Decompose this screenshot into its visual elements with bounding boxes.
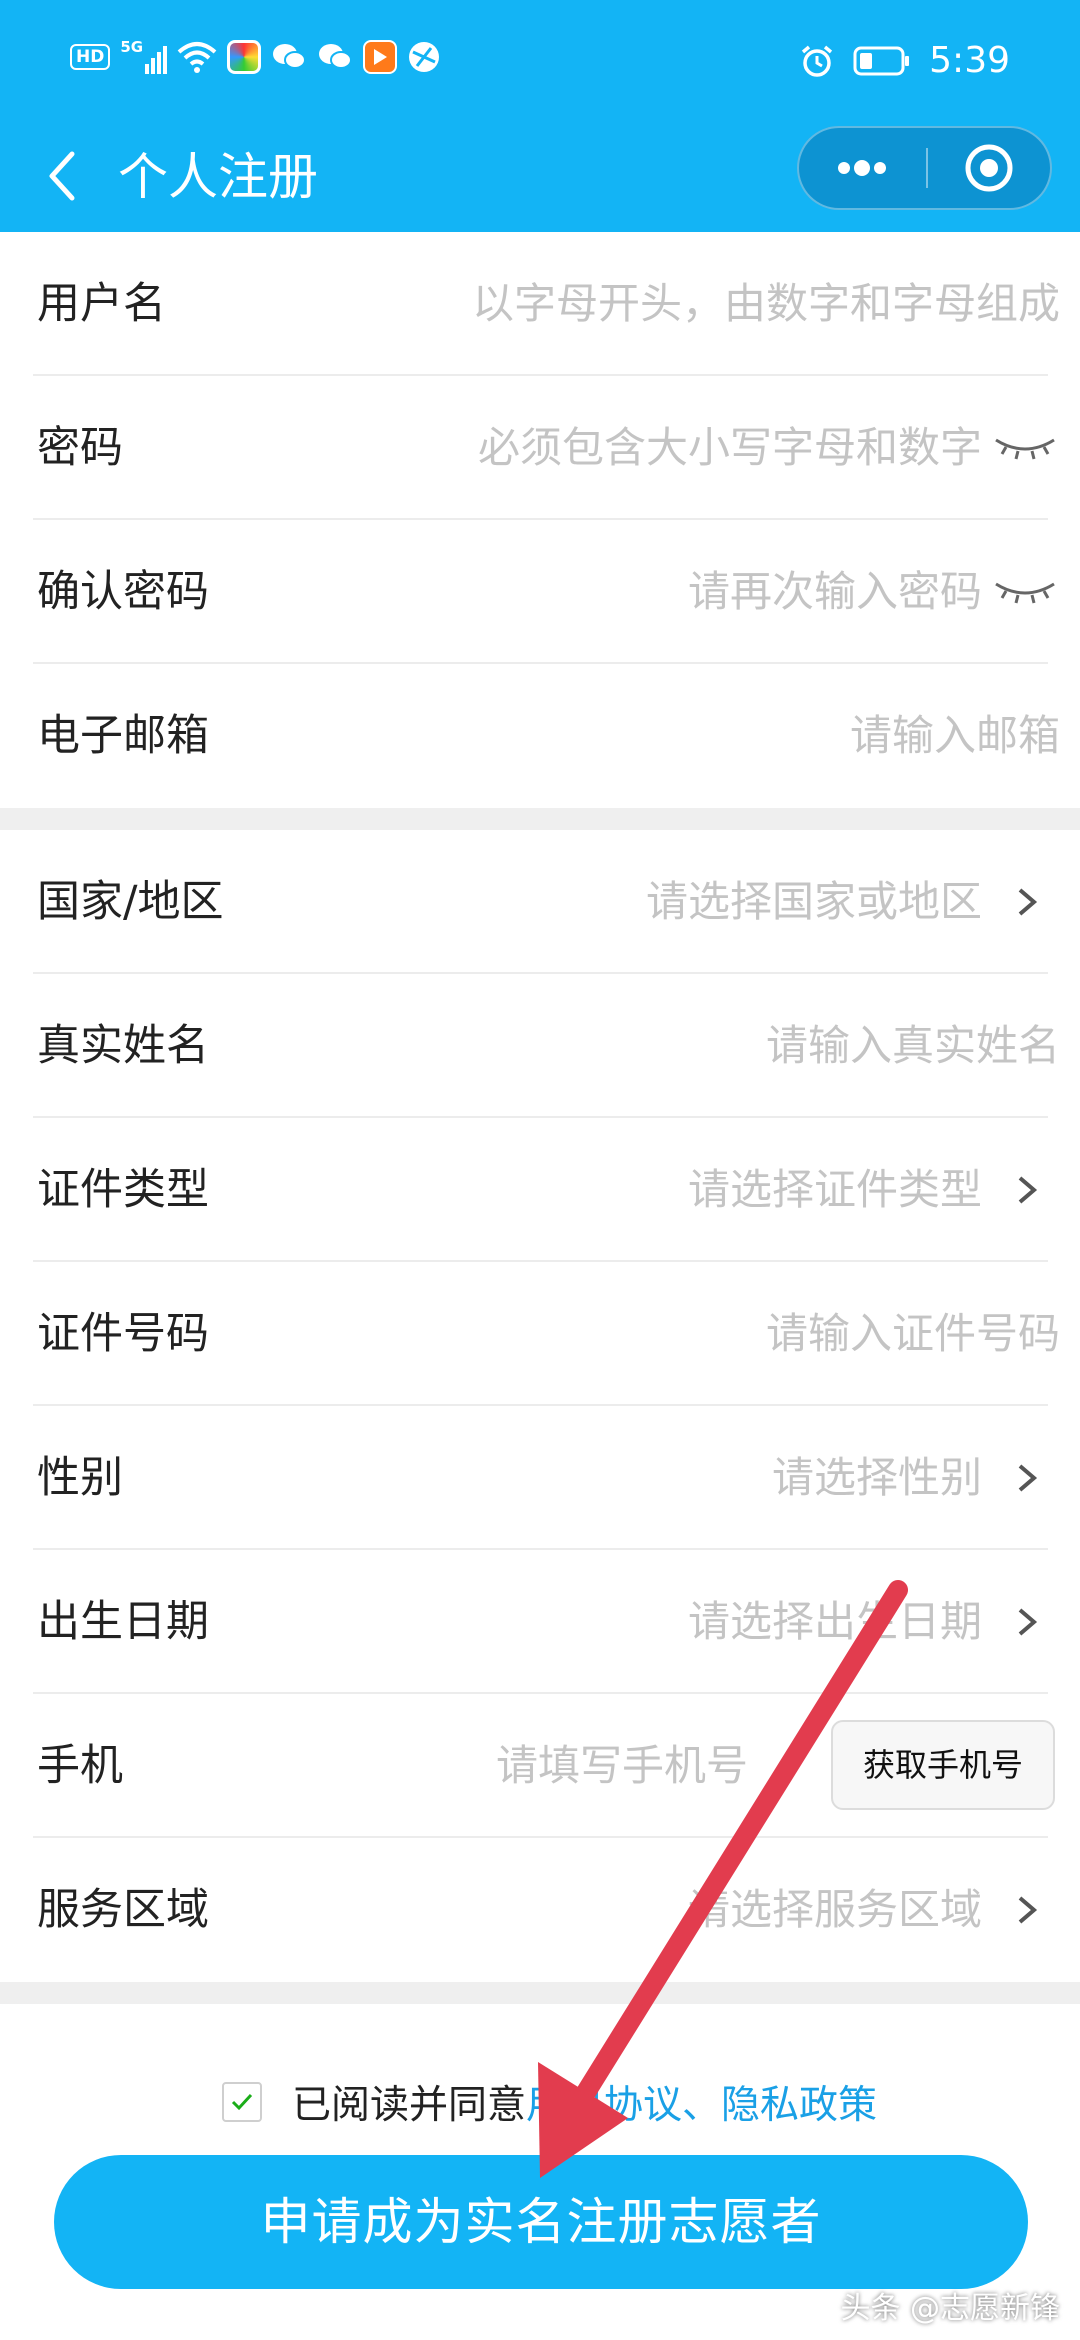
- email-label: 电子邮箱: [37, 711, 209, 761]
- confirm-password-label: 确认密码: [37, 567, 209, 617]
- form-row-birth-date[interactable]: 出生日期 请选择出生日期: [33, 1550, 1048, 1694]
- account-section: 用户名 以字母开头，由数字和字母组成 密码 必须包含大小写字母和数字 确认密码 …: [0, 232, 1080, 808]
- browser-icon: [409, 42, 440, 72]
- chevron-right-icon: [1018, 1176, 1038, 1204]
- get-phone-button[interactable]: 获取手机号: [831, 1720, 1055, 1810]
- gender-label: 性别: [37, 1453, 123, 1503]
- user-agreement-link[interactable]: 用户协议: [526, 2083, 682, 2128]
- id-number-input[interactable]: 请输入证件号码: [766, 1262, 1060, 1406]
- id-type-label: 证件类型: [37, 1165, 209, 1215]
- gender-select[interactable]: 请选择性别: [772, 1406, 982, 1550]
- form-row-phone[interactable]: 手机 请填写手机号 获取手机号: [33, 1694, 1055, 1838]
- password-label: 密码: [37, 423, 123, 473]
- agreement-prefix: 已阅读并同意: [292, 2083, 527, 2128]
- form-row-confirm-password[interactable]: 确认密码 请再次输入密码: [33, 520, 1055, 664]
- app-store-icon: [227, 40, 262, 74]
- form-row-id-number[interactable]: 证件号码 请输入证件号码: [33, 1262, 1060, 1406]
- confirm-password-input[interactable]: 请再次输入密码: [688, 520, 982, 664]
- chevron-right-icon: [1018, 1896, 1038, 1924]
- agreement-row: 已阅读并同意用户协议、隐私政策: [222, 2070, 877, 2134]
- page-title: 个人注册: [118, 148, 318, 206]
- form-row-password[interactable]: 密码 必须包含大小写字母和数字: [33, 376, 1055, 520]
- form-row-service-area[interactable]: 服务区域 请选择服务区域: [33, 1838, 1048, 1982]
- agreement-checkbox[interactable]: [222, 2082, 262, 2122]
- agreement-text: 已阅读并同意用户协议、隐私政策: [292, 2074, 877, 2130]
- email-input[interactable]: 请输入邮箱: [850, 664, 1060, 808]
- mini-program-capsule: [797, 126, 1052, 210]
- id-number-label: 证件号码: [37, 1309, 209, 1359]
- form-row-gender[interactable]: 性别 请选择性别: [33, 1406, 1048, 1550]
- country-select[interactable]: 请选择国家或地区: [646, 830, 982, 974]
- eye-closed-icon[interactable]: [992, 576, 1058, 606]
- status-right-icons: 5:39: [799, 40, 1010, 81]
- status-left-icons: HD 5G: [70, 40, 441, 74]
- profile-section: 国家/地区 请选择国家或地区 真实姓名 请输入真实姓名 证件类型 请选择证件类型…: [0, 830, 1080, 1982]
- back-arrow-icon[interactable]: [38, 144, 86, 208]
- service-area-label: 服务区域: [37, 1885, 209, 1935]
- form-row-email[interactable]: 电子邮箱 请输入邮箱: [33, 664, 1060, 808]
- watermark: 头条 @志愿新锋: [840, 2291, 1060, 2326]
- form-row-username[interactable]: 用户名 以字母开头，由数字和字母组成: [33, 232, 1060, 376]
- more-dots-icon[interactable]: [799, 128, 926, 208]
- nav-bar: 个人注册: [0, 122, 1080, 232]
- video-app-icon: [363, 40, 398, 74]
- phone-input[interactable]: 请填写手机号: [496, 1694, 748, 1838]
- username-input[interactable]: 以字母开头，由数字和字母组成: [472, 232, 1060, 376]
- privacy-policy-link[interactable]: 隐私政策: [721, 2083, 877, 2128]
- checkmark-icon: [231, 2093, 253, 2111]
- network-type: 5G: [120, 38, 144, 56]
- form-row-country[interactable]: 国家/地区 请选择国家或地区: [33, 830, 1048, 974]
- id-type-select[interactable]: 请选择证件类型: [688, 1118, 982, 1262]
- username-label: 用户名: [37, 279, 166, 329]
- battery-icon: [853, 46, 910, 75]
- section-divider: [0, 1982, 1080, 2004]
- close-target-icon[interactable]: [928, 128, 1050, 208]
- birth-date-label: 出生日期: [37, 1597, 209, 1647]
- form-row-id-type[interactable]: 证件类型 请选择证件类型: [33, 1118, 1048, 1262]
- phone-label: 手机: [37, 1741, 123, 1791]
- alarm-icon: [802, 45, 833, 77]
- agreement-separator: 、: [682, 2083, 722, 2128]
- birth-date-select[interactable]: 请选择出生日期: [688, 1550, 982, 1694]
- wifi-icon: [177, 42, 217, 73]
- real-name-label: 真实姓名: [37, 1021, 209, 1071]
- top-bar: HD 5G 5:39 个人注册: [0, 0, 1080, 232]
- country-label: 国家/地区: [37, 877, 224, 927]
- chevron-right-icon: [1018, 888, 1038, 916]
- status-bar: HD 5G 5:39: [0, 0, 1080, 122]
- signal-icon: 5G: [120, 38, 168, 74]
- wechat-icon: [273, 44, 307, 69]
- password-input[interactable]: 必须包含大小写字母和数字: [478, 376, 982, 520]
- wechat-icon-2: [319, 44, 353, 69]
- submit-button[interactable]: 申请成为实名注册志愿者: [54, 2155, 1028, 2289]
- hd-badge: HD: [70, 44, 111, 70]
- service-area-select[interactable]: 请选择服务区域: [688, 1838, 982, 1982]
- section-divider: [0, 808, 1080, 830]
- clock: 5:39: [929, 40, 1010, 81]
- form-row-real-name[interactable]: 真实姓名 请输入真实姓名: [33, 974, 1060, 1118]
- real-name-input[interactable]: 请输入真实姓名: [766, 974, 1060, 1118]
- eye-closed-icon[interactable]: [992, 432, 1058, 462]
- chevron-right-icon: [1018, 1608, 1038, 1636]
- chevron-right-icon: [1018, 1464, 1038, 1492]
